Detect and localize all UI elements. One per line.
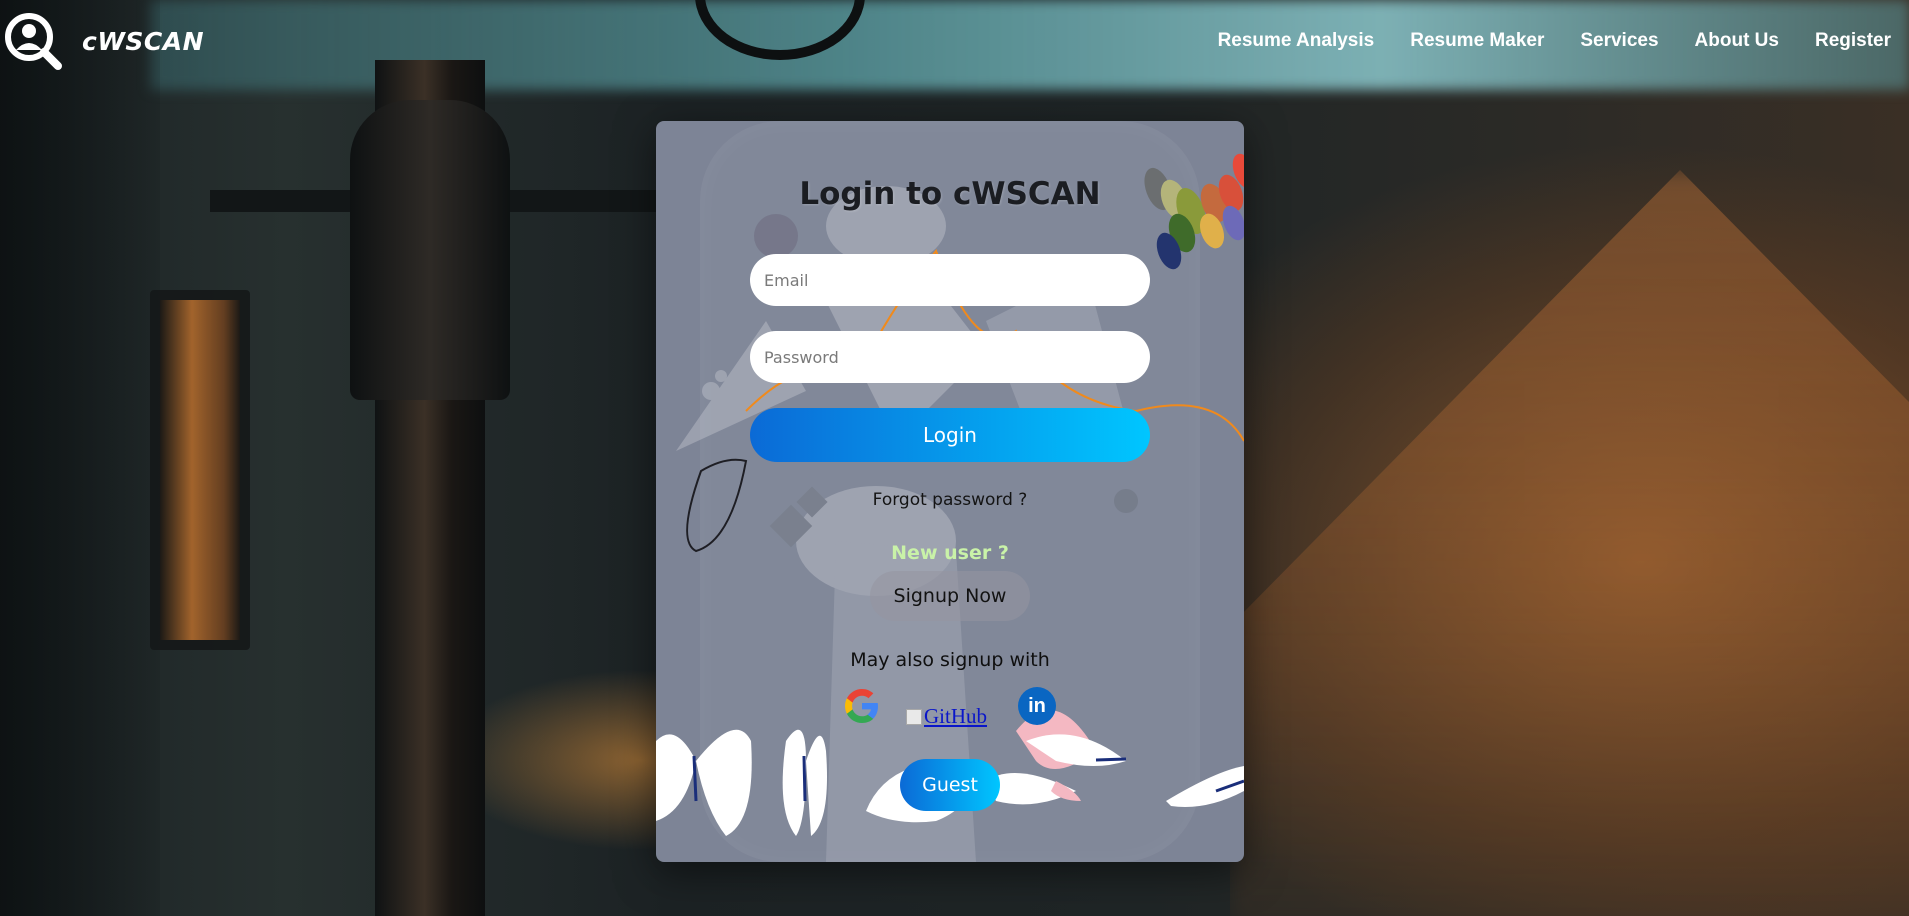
forgot-password-link[interactable]: Forgot password ? xyxy=(656,490,1244,510)
nav-services[interactable]: Services xyxy=(1580,30,1658,52)
login-button[interactable]: Login xyxy=(750,408,1150,462)
google-icon[interactable] xyxy=(842,686,882,726)
background-roof-glow xyxy=(1230,170,1909,916)
nav-register[interactable]: Register xyxy=(1815,30,1891,52)
background-shade xyxy=(0,0,160,916)
linkedin-icon-text: in xyxy=(1028,694,1046,717)
brand[interactable]: cWSCAN xyxy=(4,12,204,70)
login-card: Login to cWSCAN Login Forgot password ? … xyxy=(656,121,1244,862)
linkedin-icon[interactable]: in xyxy=(1018,687,1056,725)
nav-resume-maker[interactable]: Resume Maker xyxy=(1410,30,1544,52)
broken-image-icon xyxy=(906,708,922,725)
navbar: cWSCAN Resume Analysis Resume Maker Serv… xyxy=(0,0,1909,82)
background-lamp-head xyxy=(350,100,510,400)
github-alt-text: GitHub xyxy=(924,704,987,728)
guest-button[interactable]: Guest xyxy=(900,759,1000,811)
github-link[interactable]: GitHub xyxy=(906,704,987,729)
nav-about-us[interactable]: About Us xyxy=(1695,30,1779,52)
nav-resume-analysis[interactable]: Resume Analysis xyxy=(1218,30,1375,52)
email-field[interactable] xyxy=(750,254,1150,306)
background-lantern xyxy=(150,290,250,650)
social-signup-label: May also signup with xyxy=(850,649,1050,671)
signup-now-button[interactable]: Signup Now xyxy=(870,571,1030,621)
brand-name: cWSCAN xyxy=(82,26,205,56)
login-title: Login to cWSCAN xyxy=(799,176,1101,212)
nav-links: Resume Analysis Resume Maker Services Ab… xyxy=(1218,30,1891,52)
password-field[interactable] xyxy=(750,331,1150,383)
new-user-label: New user ? xyxy=(891,542,1009,564)
magnifier-person-icon xyxy=(5,13,62,70)
